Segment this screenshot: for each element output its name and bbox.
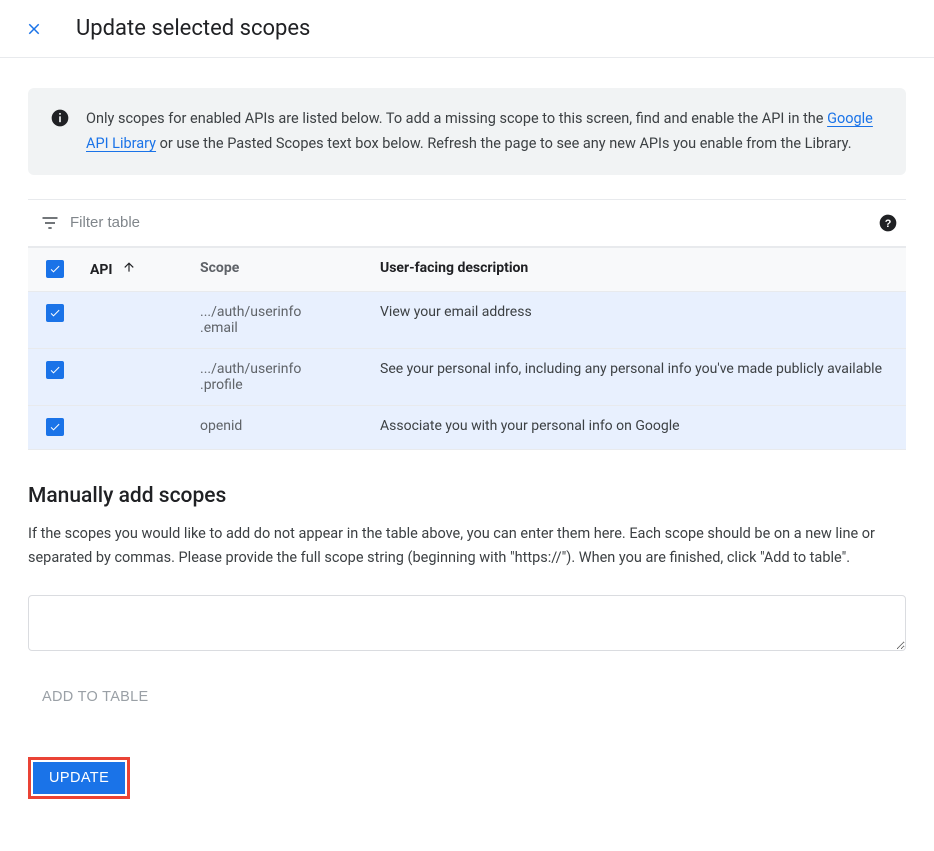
row-scope: openid — [192, 405, 372, 449]
manual-scopes-section: Manually add scopes If the scopes you wo… — [28, 484, 906, 713]
update-button-highlight: UPDATE — [28, 757, 130, 799]
row-api — [82, 348, 192, 405]
page-title: Update selected scopes — [76, 16, 310, 41]
row-api — [82, 291, 192, 348]
table-row: .../auth/userinfo.profileSee your person… — [28, 348, 906, 405]
info-icon — [50, 106, 86, 157]
filter-row: ? — [28, 199, 906, 247]
title-bar: Update selected scopes — [0, 0, 934, 58]
row-checkbox[interactable] — [46, 304, 64, 322]
svg-text:?: ? — [885, 218, 892, 230]
col-desc[interactable]: User-facing description — [372, 247, 906, 291]
row-api — [82, 405, 192, 449]
manual-title: Manually add scopes — [28, 484, 906, 508]
row-checkbox[interactable] — [46, 361, 64, 379]
row-checkbox[interactable] — [46, 418, 64, 436]
scopes-table: API Scope User-facing description .../au… — [28, 247, 906, 450]
banner-text-after: or use the Pasted Scopes text box below.… — [156, 135, 852, 152]
sort-asc-icon — [122, 260, 136, 278]
table-row: .../auth/userinfo.emailView your email a… — [28, 291, 906, 348]
col-scope[interactable]: Scope — [192, 247, 372, 291]
manual-desc: If the scopes you would like to add do n… — [28, 522, 906, 571]
update-button[interactable]: UPDATE — [33, 762, 125, 794]
filter-icon[interactable] — [34, 213, 66, 233]
row-desc: View your email address — [372, 291, 906, 348]
table-row: openidAssociate you with your personal i… — [28, 405, 906, 449]
banner-text-before: Only scopes for enabled APIs are listed … — [86, 110, 827, 127]
row-desc: Associate you with your personal info on… — [372, 405, 906, 449]
filter-input[interactable] — [66, 208, 876, 237]
add-to-table-button[interactable]: ADD TO TABLE — [28, 681, 162, 713]
col-scope-label: Scope — [200, 260, 239, 276]
col-api[interactable]: API — [82, 247, 192, 291]
help-icon[interactable]: ? — [876, 213, 900, 233]
close-icon[interactable] — [20, 15, 48, 43]
footer: UPDATE — [28, 757, 906, 799]
manual-scopes-input[interactable] — [28, 595, 906, 651]
col-desc-label: User-facing description — [380, 260, 528, 276]
select-all-checkbox[interactable] — [46, 260, 64, 278]
banner-text: Only scopes for enabled APIs are listed … — [86, 106, 884, 157]
table-header-row: API Scope User-facing description — [28, 247, 906, 291]
row-desc: See your personal info, including any pe… — [372, 348, 906, 405]
row-scope: .../auth/userinfo.profile — [192, 348, 372, 405]
row-scope: .../auth/userinfo.email — [192, 291, 372, 348]
col-api-label: API — [90, 262, 113, 278]
info-banner: Only scopes for enabled APIs are listed … — [28, 88, 906, 175]
